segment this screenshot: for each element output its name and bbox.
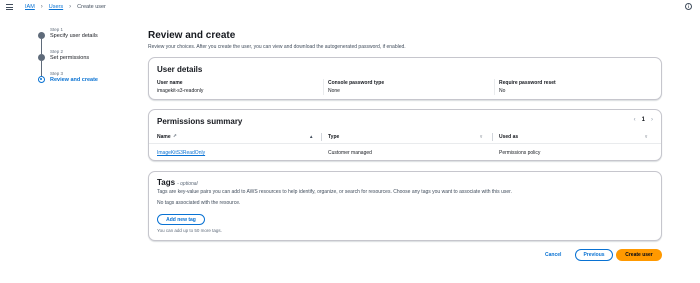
divider (494, 79, 495, 95)
step-number: Step 3 (50, 71, 64, 76)
sort-icon[interactable]: ▿ (480, 134, 482, 140)
step-dot-active-icon (38, 76, 45, 83)
column-header-name[interactable]: Name (157, 134, 171, 140)
create-user-button[interactable]: Create user (616, 249, 662, 261)
add-new-tag-button[interactable]: Add new tag (157, 214, 205, 225)
field-require-password-reset: Require password reset No (499, 80, 556, 94)
step-name[interactable]: Set permissions (50, 55, 138, 62)
tags-header: Tags - optional (157, 178, 198, 187)
wizard-step-2: Step 2 Set permissions (38, 48, 138, 76)
pagination: ‹ 1 › (634, 117, 653, 123)
sort-ascending-icon[interactable]: ▲ (309, 134, 313, 139)
field-value: No (499, 88, 506, 94)
step-dot-icon (38, 54, 45, 61)
tags-description: Tags are key-value pairs you can add to … (157, 189, 512, 195)
user-details-title: User details (157, 65, 203, 74)
menu-icon[interactable] (6, 4, 13, 10)
step-name: Review and create (50, 77, 98, 83)
chevron-right-icon[interactable]: › (651, 117, 653, 123)
page-header: Review and create Review your choices. A… (148, 30, 662, 50)
policy-link[interactable]: ImageKitS3ReadOnly (157, 150, 205, 156)
optional-label: - optional (177, 181, 198, 187)
tags-card: Tags - optional Tags are key-value pairs … (148, 171, 662, 241)
step-number: Step 2 (50, 49, 64, 54)
wizard-step-3: Step 3 Review and create (38, 70, 138, 92)
table-divider (149, 143, 661, 144)
field-label: Require password reset (499, 80, 556, 86)
chevron-right-icon: › (40, 4, 43, 10)
page-subtitle: Review your choices. After you create th… (148, 44, 406, 50)
permissions-summary-title: Permissions summary (157, 117, 243, 126)
divider (323, 79, 324, 95)
breadcrumb-iam[interactable]: IAM (25, 4, 35, 10)
column-divider (321, 133, 322, 141)
step-dot-icon (38, 32, 45, 39)
external-link-icon: ⇗ (173, 133, 177, 138)
info-icon[interactable]: i (685, 3, 692, 10)
tags-hint: You can add up to 50 more tags. (157, 228, 222, 233)
no-tags-text: No tags associated with the resource. (157, 200, 241, 206)
column-header-type[interactable]: Type (328, 134, 339, 140)
wizard-step-1: Step 1 Specify user details (38, 26, 138, 54)
wizard-steps: Step 1 Specify user details Step 2 Set p… (38, 26, 138, 92)
field-value: imagekit-s3-readonly (157, 88, 204, 94)
step-name[interactable]: Specify user details (50, 33, 138, 40)
breadcrumb-users[interactable]: Users (49, 4, 63, 10)
user-details-card: User details User name imagekit-s3-reado… (148, 57, 662, 100)
policy-used-as: Permissions policy (499, 150, 541, 156)
field-label: User name (157, 80, 183, 86)
field-console-password-type: Console password type None (328, 80, 384, 94)
policy-type: Customer managed (328, 150, 372, 156)
column-divider (492, 133, 493, 141)
top-bar: IAM › Users › Create user i (0, 0, 700, 14)
field-value: None (328, 88, 340, 94)
sort-icon[interactable]: ▿ (645, 134, 647, 140)
page-title: Review and create (148, 30, 236, 41)
previous-button[interactable]: Previous (575, 249, 613, 261)
permissions-summary-card: Permissions summary ‹ 1 › Name ⇗ ▲ Type … (148, 109, 662, 161)
chevron-left-icon[interactable]: ‹ (634, 117, 636, 123)
field-user-name: User name imagekit-s3-readonly (157, 80, 203, 94)
page-number[interactable]: 1 (642, 117, 645, 123)
column-header-used-as[interactable]: Used as (499, 134, 518, 140)
breadcrumb-current: Create user (77, 4, 106, 10)
cancel-button[interactable]: Cancel (545, 252, 561, 258)
chevron-right-icon: › (69, 4, 72, 10)
tags-title: Tags (157, 178, 176, 187)
field-label: Console password type (328, 80, 385, 86)
step-number: Step 1 (50, 27, 64, 32)
